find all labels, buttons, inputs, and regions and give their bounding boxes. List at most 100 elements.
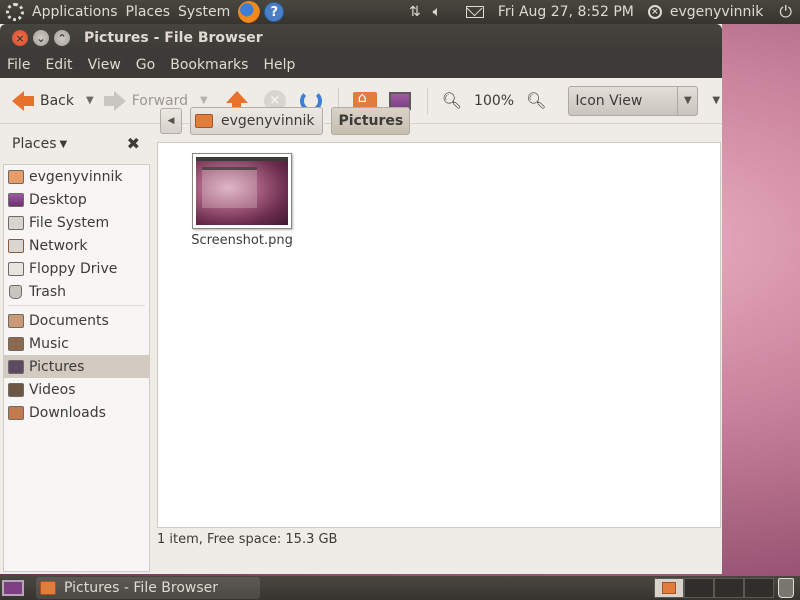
documents-folder-icon <box>8 313 24 328</box>
workspace-window-icon <box>662 582 676 594</box>
sidebar-item-desktop[interactable]: Desktop <box>4 188 149 211</box>
back-history-dropdown[interactable]: ▼ <box>86 95 94 106</box>
network-icon <box>8 238 24 253</box>
image-thumbnail[interactable] <box>192 153 292 229</box>
show-desktop-icon[interactable] <box>2 580 24 596</box>
sidebar-item-label: Network <box>29 237 88 254</box>
bottom-panel: Pictures - File Browser <box>0 576 800 600</box>
file-name[interactable]: Screenshot.png <box>191 233 293 248</box>
breadcrumb-pictures[interactable]: Pictures <box>331 107 411 135</box>
up-arrow-icon <box>225 90 248 103</box>
system-menu[interactable]: System <box>174 0 234 24</box>
videos-folder-icon <box>8 382 24 397</box>
close-sidebar-icon[interactable]: ✖ <box>127 134 140 153</box>
network-arrows-icon[interactable]: ⇅ <box>404 4 426 20</box>
toolbar-overflow-button[interactable]: ▼ <box>712 95 720 106</box>
user-status-icon[interactable]: × <box>647 5 662 19</box>
applications-menu[interactable]: Applications <box>28 0 122 24</box>
chevron-down-icon[interactable]: ▼ <box>60 139 68 150</box>
forward-history-dropdown[interactable]: ▼ <box>200 95 208 106</box>
titlebar[interactable]: × ⌄ ⌃ Pictures - File Browser <box>0 24 722 52</box>
downloads-folder-icon <box>8 405 24 420</box>
status-bar: 1 item, Free space: 15.3 GB <box>157 531 338 547</box>
sidebar-item-videos[interactable]: Videos <box>4 378 149 401</box>
sidebar-item-network[interactable]: Network <box>4 234 149 257</box>
ubuntu-logo-icon[interactable] <box>6 3 24 21</box>
forward-arrow-tail <box>103 95 114 106</box>
taskbar-window-button[interactable]: Pictures - File Browser <box>36 577 260 599</box>
workspace-4[interactable] <box>744 578 774 598</box>
sidebar-item-label: Music <box>29 335 69 352</box>
sidebar-item-pictures[interactable]: Pictures <box>4 355 149 378</box>
toolbar-separator <box>426 87 428 114</box>
home-folder-icon <box>8 169 24 184</box>
breadcrumb-scroll-left-button[interactable]: ◀ <box>160 108 182 134</box>
sidebar-item-downloads[interactable]: Downloads <box>4 401 149 424</box>
file-item[interactable]: Screenshot.png <box>191 153 293 248</box>
user-menu[interactable]: evgenyvinnik <box>666 0 767 24</box>
power-icon[interactable]: ⏻ <box>779 2 792 22</box>
sidebar-item-label: Pictures <box>29 358 85 375</box>
forward-arrow-icon <box>113 90 126 111</box>
workspace-2[interactable] <box>684 578 714 598</box>
help-icon[interactable]: ? <box>264 2 285 22</box>
file-browser-icon <box>40 581 56 595</box>
back-arrow-icon <box>12 90 24 111</box>
taskbar-window-label: Pictures - File Browser <box>64 580 218 596</box>
zoom-in-icon[interactable]: 🔍︎ <box>526 91 546 110</box>
trash-icon <box>9 284 22 299</box>
workspace-switcher <box>654 578 774 598</box>
places-menu[interactable]: Places <box>122 0 175 24</box>
places-dropdown[interactable]: Places <box>12 136 57 152</box>
zoom-level[interactable]: 100% <box>474 93 514 109</box>
floppy-icon <box>8 261 24 276</box>
chevron-down-icon: ▼ <box>677 86 697 115</box>
mail-icon[interactable] <box>465 6 484 18</box>
workspace-3[interactable] <box>714 578 744 598</box>
sidebar-item-label: Desktop <box>29 191 87 208</box>
sidebar-item-file-system[interactable]: File System <box>4 211 149 234</box>
breadcrumb-pictures-label: Pictures <box>338 113 404 129</box>
sidebar-item-label: Floppy Drive <box>29 260 118 277</box>
sidebar-item-documents[interactable]: Documents <box>4 309 149 332</box>
menu-edit[interactable]: Edit <box>38 57 80 73</box>
breadcrumb: ◀ evgenyvinnik Pictures <box>160 107 411 135</box>
menu-bookmarks[interactable]: Bookmarks <box>163 57 256 73</box>
places-list: evgenyvinnik Desktop File System Network… <box>3 164 150 572</box>
menu-view[interactable]: View <box>81 57 129 73</box>
firefox-icon[interactable] <box>238 1 261 23</box>
music-folder-icon <box>8 336 24 351</box>
window-title: Pictures - File Browser <box>84 30 263 46</box>
sidebar: Places ▼ ✖ evgenyvinnik Desktop File Sys… <box>0 124 150 574</box>
sidebar-item-floppy[interactable]: Floppy Drive <box>4 257 149 280</box>
sidebar-item-label: Documents <box>29 312 109 329</box>
sidebar-item-label: evgenyvinnik <box>29 168 123 185</box>
back-arrow-tail <box>24 95 34 106</box>
forward-label: Forward <box>131 92 189 109</box>
maximize-window-button[interactable]: ⌃ <box>54 30 70 46</box>
menu-help[interactable]: Help <box>256 57 303 73</box>
back-button[interactable]: Back <box>12 90 74 111</box>
breadcrumb-home[interactable]: evgenyvinnik <box>190 107 324 135</box>
menu-go[interactable]: Go <box>129 57 163 73</box>
minimize-window-button[interactable]: ⌄ <box>33 30 49 46</box>
thumbnail-preview <box>196 157 288 225</box>
sidebar-item-label: Downloads <box>29 404 106 421</box>
sidebar-item-home[interactable]: evgenyvinnik <box>4 165 149 188</box>
volume-icon[interactable]: 🔈︎ <box>426 4 448 20</box>
file-system-icon <box>8 215 24 230</box>
top-panel: Applications Places System ? ⇅ 🔈︎ Fri Au… <box>0 0 800 24</box>
sidebar-item-music[interactable]: Music <box>4 332 149 355</box>
trash-icon[interactable] <box>778 578 794 598</box>
close-window-button[interactable]: × <box>12 30 28 46</box>
view-mode-select[interactable]: Icon View ▼ <box>568 85 699 116</box>
desktop-icon <box>8 192 24 207</box>
menubar: File Edit View Go Bookmarks Help <box>0 52 722 78</box>
menu-file[interactable]: File <box>0 57 38 73</box>
sidebar-header: Places ▼ ✖ <box>0 124 150 164</box>
zoom-out-icon[interactable]: 🔍︎ <box>442 91 462 110</box>
clock[interactable]: Fri Aug 27, 8:52 PM <box>494 0 638 24</box>
workspace-1[interactable] <box>654 578 684 598</box>
sidebar-item-trash[interactable]: Trash <box>4 280 149 303</box>
file-view[interactable]: Screenshot.png <box>157 142 721 528</box>
